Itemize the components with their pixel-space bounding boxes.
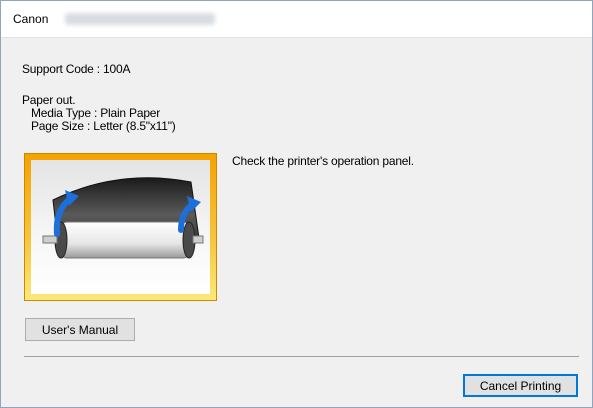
- cancel-printing-button[interactable]: Cancel Printing: [463, 374, 578, 397]
- support-code: Support Code : 100A: [22, 62, 131, 76]
- paper-roll-icon: [42, 177, 204, 259]
- paper-roll-illustration: [24, 153, 217, 301]
- separator: [24, 356, 579, 357]
- users-manual-button[interactable]: User's Manual: [25, 318, 135, 341]
- error-message: Paper out.: [22, 93, 76, 107]
- instruction-text: Check the printer's operation panel.: [232, 154, 414, 168]
- page-size-line: Page Size : Letter (8.5"x11"): [31, 119, 176, 133]
- redacted-printer-name: [65, 13, 215, 25]
- title-bar: Canon: [1, 1, 592, 38]
- error-dialog: Canon Support Code : 100A Paper out. Med…: [0, 0, 593, 408]
- media-type-line: Media Type : Plain Paper: [31, 106, 161, 120]
- illustration-background: [31, 160, 210, 294]
- window-title: Canon: [13, 12, 49, 26]
